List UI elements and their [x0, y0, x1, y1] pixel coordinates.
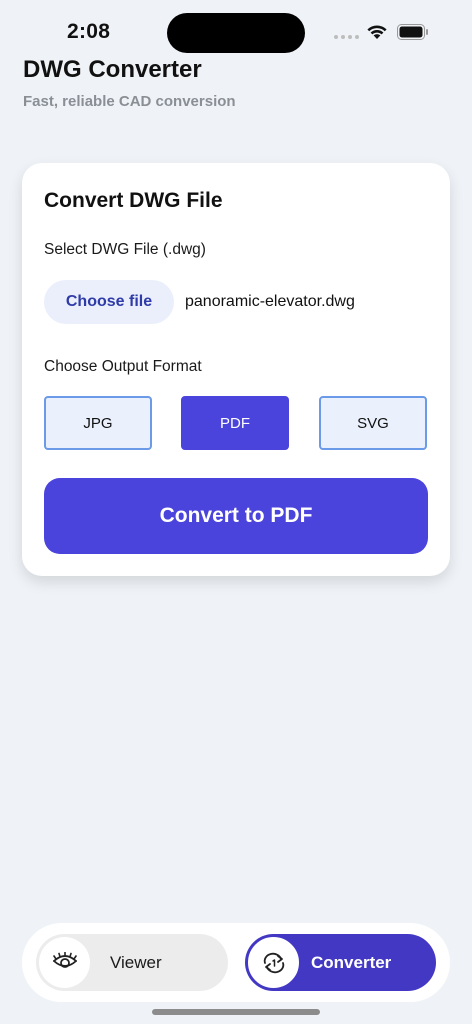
- eye-icon: [52, 951, 77, 968]
- converter-screen: 2:08 DWG Converter Fast, reliable CAD co…: [0, 0, 472, 1024]
- tab-viewer-label: Viewer: [110, 953, 162, 972]
- dynamic-island: [167, 13, 305, 53]
- selected-file-name: panoramic-elevator.dwg: [185, 293, 355, 310]
- output-format-label: Choose Output Format: [44, 358, 202, 375]
- card-title: Convert DWG File: [44, 189, 223, 212]
- format-option-svg[interactable]: SVG: [319, 396, 427, 450]
- bottom-tab-bar: Viewer Converter: [22, 923, 450, 1002]
- tab-viewer-icon-wrap: [39, 937, 90, 988]
- status-time: 2:08: [67, 20, 111, 43]
- wifi-icon: [367, 25, 387, 39]
- home-indicator: [152, 1009, 320, 1015]
- convert-cycle-icon: [263, 952, 284, 973]
- format-option-jpg[interactable]: JPG: [44, 396, 152, 450]
- choose-file-button[interactable]: Choose file: [44, 280, 174, 324]
- file-select-label: Select DWG File (.dwg): [44, 241, 206, 258]
- convert-card: Convert DWG File Select DWG File (.dwg) …: [22, 163, 450, 576]
- status-bar: 2:08: [0, 0, 472, 60]
- battery-icon: [397, 24, 428, 40]
- app-title: DWG Converter: [23, 56, 202, 83]
- tab-converter-icon-wrap: [246, 935, 301, 990]
- tab-viewer[interactable]: Viewer: [36, 934, 228, 991]
- tab-converter[interactable]: Converter: [245, 934, 436, 991]
- app-subtitle: Fast, reliable CAD conversion: [23, 93, 236, 110]
- format-option-pdf[interactable]: PDF: [181, 396, 289, 450]
- cellular-signal-icon: [334, 35, 359, 39]
- convert-button[interactable]: Convert to PDF: [44, 478, 428, 554]
- tab-converter-label: Converter: [311, 953, 392, 972]
